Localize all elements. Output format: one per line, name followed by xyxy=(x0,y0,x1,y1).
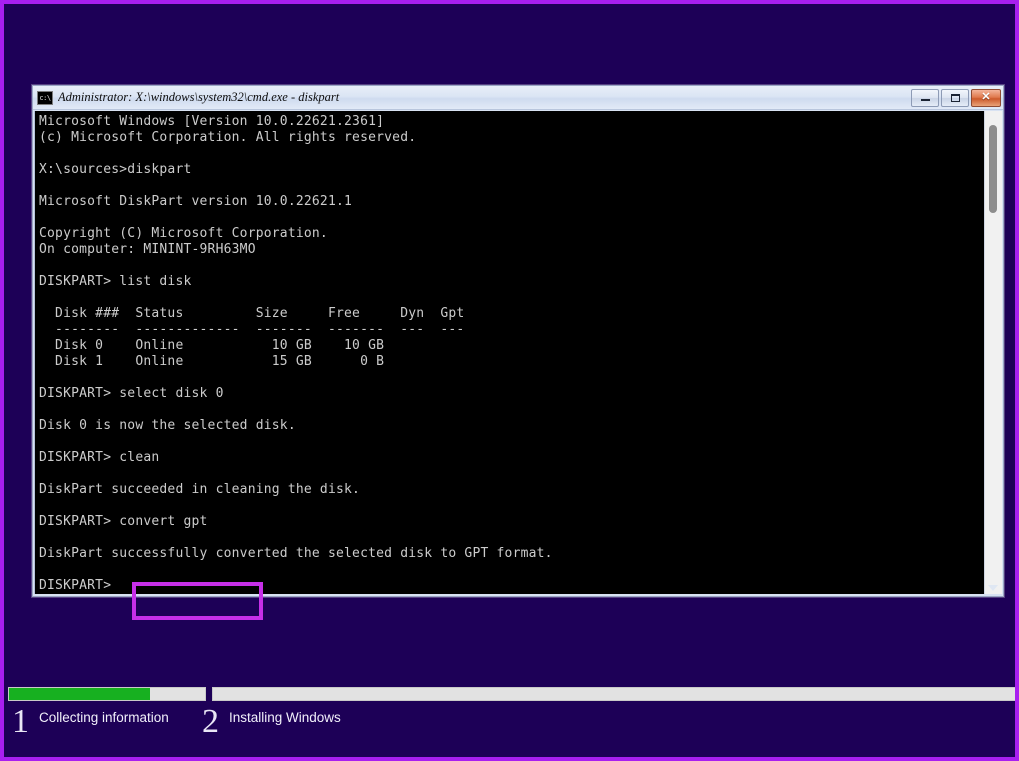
console-line: -------- ------------- ------- ------- -… xyxy=(39,322,984,338)
console-output-area[interactable]: Microsoft Windows [Version 10.0.22621.23… xyxy=(34,111,984,594)
console-line: DiskPart succeeded in cleaning the disk. xyxy=(39,482,984,498)
setup-progress-bar: 1 Collecting information 2 Installing Wi… xyxy=(8,687,1011,753)
maximize-icon xyxy=(942,90,968,106)
close-icon: ✕ xyxy=(972,90,1000,106)
console-line: Copyright (C) Microsoft Corporation. xyxy=(39,226,984,242)
console-line: (c) Microsoft Corporation. All rights re… xyxy=(39,130,984,146)
setup-step-2-label: Installing Windows xyxy=(229,710,341,725)
setup-screen: c:\ Administrator: X:\windows\system32\c… xyxy=(0,0,1019,761)
console-line: Disk 1 Online 15 GB 0 B xyxy=(39,354,984,370)
setup-step-1-label: Collecting information xyxy=(39,710,169,725)
console-body: Microsoft Windows [Version 10.0.22621.23… xyxy=(33,110,1003,596)
console-line xyxy=(39,498,984,514)
console-line xyxy=(39,178,984,194)
console-line: DISKPART> clean xyxy=(39,450,984,466)
console-line: Microsoft Windows [Version 10.0.22621.23… xyxy=(39,114,984,130)
console-line xyxy=(39,370,984,386)
progress-segment-1 xyxy=(8,687,206,701)
console-line xyxy=(39,290,984,306)
console-line: X:\sources>diskpart xyxy=(39,162,984,178)
command-prompt-window: c:\ Administrator: X:\windows\system32\c… xyxy=(32,85,1004,597)
close-button[interactable]: ✕ xyxy=(971,89,1001,107)
setup-step-2-number: 2 xyxy=(202,705,219,739)
console-line: DISKPART> convert gpt xyxy=(39,514,984,530)
setup-steps-row: 1 Collecting information 2 Installing Wi… xyxy=(8,705,1019,753)
setup-step-2: 2 Installing Windows xyxy=(202,705,341,739)
window-title-bar[interactable]: c:\ Administrator: X:\windows\system32\c… xyxy=(33,86,1003,110)
cmd-exe-icon: c:\ xyxy=(37,91,53,105)
console-line xyxy=(39,146,984,162)
console-line xyxy=(39,434,984,450)
console-line xyxy=(39,258,984,274)
console-line: DISKPART> list disk xyxy=(39,274,984,290)
console-line: DISKPART> xyxy=(39,578,984,594)
setup-step-1: 1 Collecting information xyxy=(12,705,169,739)
progress-segment-1-fill xyxy=(9,688,150,700)
maximize-button[interactable] xyxy=(941,89,969,107)
console-line xyxy=(39,530,984,546)
window-controls: ✕ xyxy=(911,89,1001,107)
scrollbar-thumb[interactable] xyxy=(989,125,997,213)
console-line xyxy=(39,402,984,418)
scroll-down-arrow-icon[interactable] xyxy=(988,585,998,591)
console-scrollbar[interactable] xyxy=(984,111,1002,594)
console-line: Disk 0 Online 10 GB 10 GB xyxy=(39,338,984,354)
minimize-icon xyxy=(912,90,938,106)
console-line xyxy=(39,210,984,226)
console-line: DISKPART> select disk 0 xyxy=(39,386,984,402)
window-title: Administrator: X:\windows\system32\cmd.e… xyxy=(58,90,911,105)
console-line: On computer: MININT-9RH63MO xyxy=(39,242,984,258)
console-line xyxy=(39,466,984,482)
console-line: Disk 0 is now the selected disk. xyxy=(39,418,984,434)
setup-step-1-number: 1 xyxy=(12,705,29,739)
console-line: DiskPart successfully converted the sele… xyxy=(39,546,984,562)
console-line: Microsoft DiskPart version 10.0.22621.1 xyxy=(39,194,984,210)
console-line xyxy=(39,562,984,578)
progress-segment-2 xyxy=(212,687,1019,701)
minimize-button[interactable] xyxy=(911,89,939,107)
console-output-text: Microsoft Windows [Version 10.0.22621.23… xyxy=(35,111,984,594)
progress-track-row xyxy=(8,687,1019,701)
console-line: Disk ### Status Size Free Dyn Gpt xyxy=(39,306,984,322)
